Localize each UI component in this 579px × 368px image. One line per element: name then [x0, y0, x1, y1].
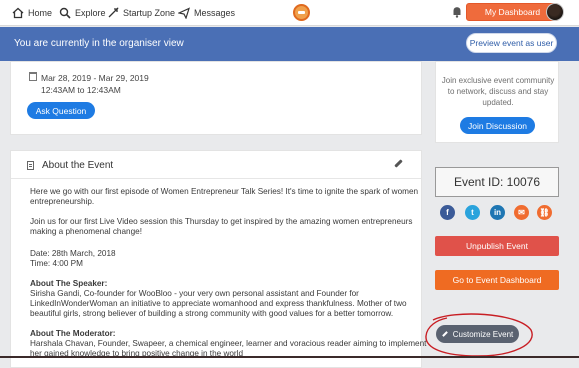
about-line: Join us for our first Live Video session… [30, 217, 413, 226]
about-line: Here we go with our first episode of Wom… [30, 187, 419, 196]
calendar-icon [29, 72, 37, 81]
about-event-header: About the Event [11, 151, 421, 179]
search-icon [59, 7, 71, 19]
nav-messages[interactable]: Messages [178, 5, 235, 21]
about-line: Sirisha Gandi, Co-founder for WooBloo - … [30, 289, 359, 298]
organiser-view-banner: You are currently in the organiser view … [0, 27, 579, 61]
event-date-range: Mar 28, 2019 - Mar 29, 2019 [41, 73, 149, 83]
rocket-icon [108, 7, 119, 18]
about-event-title: About the Event [42, 160, 114, 171]
ask-question-button[interactable]: Ask Question [27, 102, 95, 119]
top-navigation-bar: Home Explore Startup Zone Messages My Da… [0, 0, 579, 26]
unpublish-event-button[interactable]: Unpublish Event [435, 236, 559, 256]
join-discussion-button[interactable]: Join Discussion [460, 117, 535, 134]
event-time-range: 12:43AM to 12:43AM [41, 85, 121, 95]
site-logo[interactable] [293, 4, 310, 21]
bottom-edge-line [0, 356, 579, 358]
about-line: Harshala Chavan, Founder, Swapeer, a che… [30, 339, 427, 348]
about-line: entrepreneurship. [30, 197, 95, 206]
document-icon [27, 161, 34, 170]
community-text: Join exclusive event community [441, 76, 555, 85]
send-icon [178, 7, 190, 19]
nav-messages-label: Messages [194, 8, 236, 18]
community-card: Join exclusive event community to networ… [435, 61, 559, 143]
edit-pencil-icon[interactable] [394, 159, 403, 168]
about-line: Date: 28th March, 2018 [30, 249, 116, 258]
nav-startup-zone[interactable]: Startup Zone [107, 5, 175, 21]
home-icon [12, 7, 24, 19]
linkedin-share-icon[interactable]: in [490, 205, 505, 220]
avatar[interactable] [546, 3, 564, 21]
about-line: LinkedInWonderWoman an initiative to app… [30, 299, 407, 308]
preview-as-user-button[interactable]: Preview event as user [466, 33, 557, 53]
about-line: beautiful girls, strong believer of buil… [30, 309, 394, 318]
community-text: to network, discuss and stay [447, 87, 549, 96]
about-event-card: About the Event Here we go with our firs… [10, 150, 426, 368]
about-line: Time: 4:00 PM [30, 259, 83, 268]
event-id-box: Event ID: 10076 [435, 167, 559, 197]
bell-icon[interactable] [452, 6, 462, 18]
nav-startup-zone-label: Startup Zone [123, 8, 176, 18]
email-share-icon[interactable]: ✉ [514, 205, 529, 220]
twitter-share-icon[interactable]: t [465, 205, 480, 220]
about-moderator-heading: About The Moderator: [30, 329, 116, 338]
highlight-circle-annotation [425, 313, 533, 357]
community-text: updated. [482, 98, 514, 107]
facebook-share-icon[interactable]: f [440, 205, 455, 220]
event-date-card: Mar 28, 2019 - Mar 29, 2019 12:43AM to 1… [10, 61, 422, 135]
about-line: making a phenomenal change! [30, 227, 142, 236]
copy-link-icon[interactable]: ⛓ [537, 205, 552, 220]
nav-home[interactable]: Home [12, 5, 52, 21]
nav-explore-label: Explore [75, 8, 106, 18]
nav-home-label: Home [28, 8, 53, 18]
event-dashboard-button[interactable]: Go to Event Dashboard [435, 270, 559, 290]
about-speaker-heading: About The Speaker: [30, 279, 108, 288]
organiser-view-text: You are currently in the organiser view [14, 38, 184, 49]
nav-explore[interactable]: Explore [59, 5, 106, 21]
